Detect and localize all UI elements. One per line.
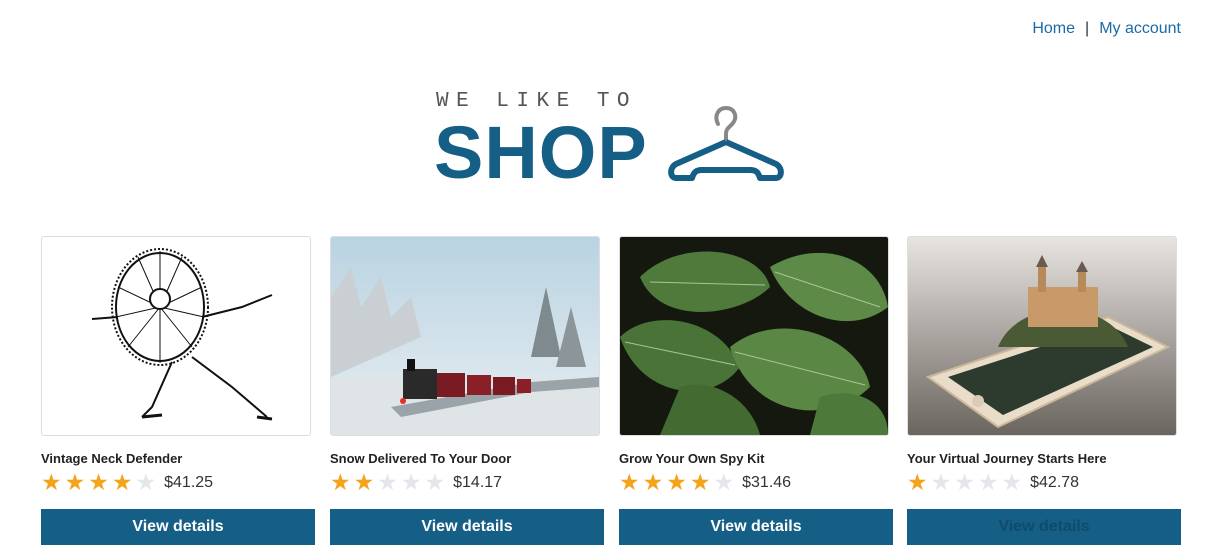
- logo-word: SHOP: [434, 111, 648, 194]
- product-price: $14.17: [453, 474, 503, 491]
- product-title[interactable]: Snow Delivered To Your Door: [330, 451, 604, 466]
- star-empty-icon: ★: [713, 469, 735, 495]
- top-nav: Home | My account: [1032, 20, 1181, 38]
- product-image-snow-train[interactable]: [330, 236, 600, 436]
- product-title[interactable]: Vintage Neck Defender: [41, 451, 315, 466]
- rating-stars: ★ ★ ★ ★ ★: [41, 469, 157, 495]
- star-empty-icon: ★: [930, 469, 952, 495]
- product-price: $31.46: [742, 474, 792, 491]
- product-price: $41.25: [164, 474, 214, 491]
- product-card: Snow Delivered To Your Door ★ ★ ★ ★ ★ $14.17…: [330, 236, 604, 545]
- star-filled-icon: ★: [88, 469, 109, 495]
- star-filled-icon: ★: [907, 469, 928, 495]
- star-empty-icon: ★: [1001, 469, 1023, 495]
- star-filled-icon: ★: [330, 469, 351, 495]
- product-card: Grow Your Own Spy Kit ★ ★ ★ ★ ★ $31.46 View …: [619, 236, 893, 545]
- view-details-button[interactable]: View details: [330, 509, 604, 545]
- star-filled-icon: ★: [111, 469, 133, 495]
- rating-stars: ★ ★ ★ ★ ★: [907, 469, 1023, 495]
- product-rating-row: ★ ★ ★ ★ ★ $31.46: [619, 469, 893, 495]
- product-rating-row: ★ ★ ★ ★ ★ $41.25: [41, 469, 315, 495]
- star-filled-icon: ★: [689, 469, 711, 495]
- view-details-button[interactable]: View details: [907, 509, 1181, 545]
- product-card: Vintage Neck Defender ★ ★ ★ ★ ★ $41.25 View …: [41, 236, 315, 545]
- product-image-leaves[interactable]: [619, 236, 889, 436]
- product-card: Your Virtual Journey Starts Here ★ ★ ★ ★ ★ $…: [907, 236, 1181, 545]
- product-rating-row: ★ ★ ★ ★ ★ $14.17: [330, 469, 604, 495]
- rating-stars: ★ ★ ★ ★ ★: [330, 469, 446, 495]
- star-empty-icon: ★: [954, 469, 975, 495]
- star-filled-icon: ★: [353, 469, 375, 495]
- star-filled-icon: ★: [64, 469, 86, 495]
- site-logo[interactable]: WE LIKE TO SHOP: [434, 88, 794, 194]
- view-details-button[interactable]: View details: [41, 509, 315, 545]
- product-image-neck-defender[interactable]: [41, 236, 311, 436]
- product-title[interactable]: Grow Your Own Spy Kit: [619, 451, 893, 466]
- rating-stars: ★ ★ ★ ★ ★: [619, 469, 735, 495]
- my-account-link[interactable]: My account: [1099, 20, 1181, 38]
- star-empty-icon: ★: [424, 469, 446, 495]
- star-empty-icon: ★: [977, 469, 999, 495]
- star-filled-icon: ★: [666, 469, 687, 495]
- star-filled-icon: ★: [642, 469, 664, 495]
- star-empty-icon: ★: [135, 469, 157, 495]
- home-link[interactable]: Home: [1032, 20, 1075, 38]
- product-image-phone-castle[interactable]: [907, 236, 1177, 436]
- view-details-button[interactable]: View details: [619, 509, 893, 545]
- star-empty-icon: ★: [377, 469, 398, 495]
- product-rating-row: ★ ★ ★ ★ ★ $42.78: [907, 469, 1181, 495]
- hanger-icon: [668, 105, 784, 181]
- star-filled-icon: ★: [41, 469, 62, 495]
- nav-separator: |: [1085, 20, 1090, 37]
- product-price: $42.78: [1030, 474, 1080, 491]
- star-filled-icon: ★: [619, 469, 640, 495]
- star-empty-icon: ★: [400, 469, 422, 495]
- product-title[interactable]: Your Virtual Journey Starts Here: [907, 451, 1181, 466]
